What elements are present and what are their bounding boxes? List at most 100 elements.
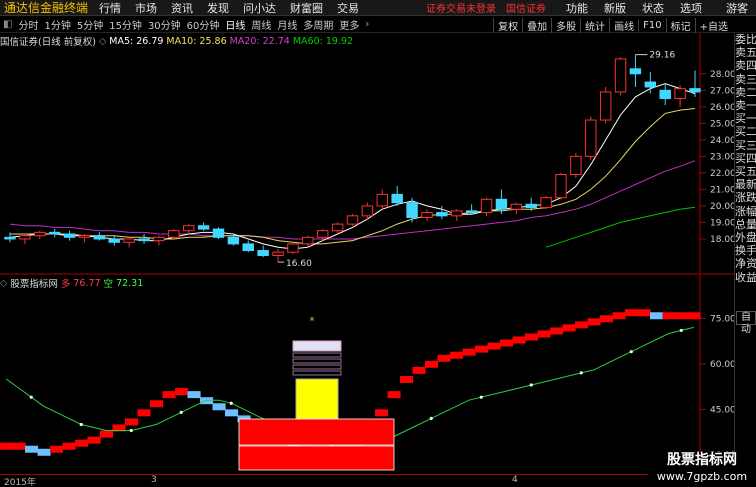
toggle-icon[interactable]: ◇: [99, 36, 109, 47]
candle-body: [451, 210, 463, 217]
ribbon-block: [450, 351, 464, 359]
candle-body: [227, 236, 240, 245]
menu-item-ask[interactable]: 问小达: [236, 0, 283, 16]
candle-body: [585, 119, 597, 157]
candle-body: [391, 193, 403, 204]
price-chart[interactable]: 28.00 27.00 26.00 25.00 24.00 23.00 22.00 21.00…: [0, 33, 734, 474]
menu-item-news[interactable]: 资讯: [164, 0, 200, 16]
period-daily[interactable]: 日线: [222, 17, 248, 32]
candle-body: [659, 89, 671, 100]
ribbon-block: [187, 391, 201, 399]
app-logo: 通达信金融终端: [4, 1, 89, 15]
period-more[interactable]: 更多: [336, 17, 362, 32]
menu-item-function[interactable]: 功能: [558, 0, 596, 16]
ribbon-block: [612, 312, 626, 320]
period-30min[interactable]: 30分钟: [145, 17, 184, 32]
ribbon-block: [100, 430, 114, 438]
period-weekly[interactable]: 周线: [248, 17, 274, 32]
candle-body: [63, 233, 76, 238]
toolbar-multistock[interactable]: 多股: [551, 17, 580, 33]
settings-icon[interactable]: ◇: [0, 278, 10, 289]
ribbon-block: [375, 409, 389, 417]
candle-body: [525, 203, 537, 209]
menu-item-market[interactable]: 市场: [128, 0, 164, 16]
menu-item-discover[interactable]: 发现: [200, 0, 236, 16]
tower-stripe: [292, 370, 342, 376]
period-multi[interactable]: 多周期: [300, 17, 336, 32]
menu-item-quotes[interactable]: 行情: [92, 0, 128, 16]
kong-label: 空: [103, 279, 114, 290]
sub-chart-legend: ◇ 股票指标网 多 76.77 空 72.31: [0, 277, 146, 291]
candle-body: [629, 68, 642, 75]
login-warning[interactable]: 证券交易未登录: [426, 0, 496, 15]
period-15min[interactable]: 15分钟: [106, 17, 145, 32]
side-label: 买一: [735, 112, 756, 126]
toolbar-add-watchlist[interactable]: +自选: [694, 17, 732, 33]
toolbar-mark[interactable]: 标记: [665, 17, 695, 33]
candle-body: [93, 235, 106, 240]
candle-body: [123, 238, 135, 243]
chevron-right-icon[interactable]: ›: [362, 19, 372, 30]
candle-body: [614, 58, 627, 93]
ribbon-block: [412, 366, 426, 374]
kong-dot: [529, 383, 533, 387]
candle-body: [346, 215, 359, 225]
menu-item-status[interactable]: 状态: [634, 0, 672, 16]
duo-label: 多: [60, 279, 71, 290]
side-label: 收益: [735, 270, 756, 284]
ribbon-block: [225, 409, 239, 417]
toolbar-draw[interactable]: 画线: [609, 17, 638, 33]
toolbar-f10[interactable]: F10: [638, 19, 665, 31]
period-intraday[interactable]: 分时: [15, 17, 41, 32]
menu-item-newversion[interactable]: 新版: [596, 0, 634, 16]
candle-body: [570, 155, 582, 176]
kong-dot: [629, 350, 633, 354]
ribbon-block: [650, 312, 664, 320]
sub-y-tick-label: 45.00: [710, 405, 734, 415]
candle-body: [272, 251, 284, 256]
panel-toggle-icon[interactable]: ◧: [0, 19, 15, 30]
low-price-label: 16.60: [286, 259, 312, 269]
menu-item-wealth[interactable]: 财富圈: [283, 0, 330, 16]
ribbon-block: [500, 339, 514, 347]
ribbon-block: [37, 448, 51, 456]
period-monthly[interactable]: 月线: [274, 17, 300, 32]
auto-button[interactable]: 自动: [736, 311, 756, 335]
y-tick-label: 28.00: [710, 70, 734, 80]
ribbon-block: [662, 312, 676, 320]
toolbar-stats[interactable]: 统计: [580, 17, 609, 33]
kong-dot: [129, 428, 133, 433]
ribbon-block: [25, 445, 39, 453]
candle-body: [555, 174, 567, 199]
ribbon-block: [512, 336, 526, 344]
period-60min[interactable]: 60分钟: [184, 17, 223, 32]
side-label: 涨跌: [735, 191, 756, 205]
period-1min[interactable]: 1分钟: [41, 17, 73, 32]
time-label-year: 2015年: [4, 478, 36, 487]
ribbon-block: [137, 409, 151, 417]
toolbar-overlay[interactable]: 叠加: [522, 17, 551, 33]
ribbon-block: [562, 324, 576, 332]
ribbon-block: [575, 321, 589, 329]
ma10-label: MA10: 25.86: [166, 35, 227, 47]
y-tick-label: 18.00: [710, 235, 734, 245]
toolbar-fuquan[interactable]: 复权: [493, 17, 522, 33]
menu-item-guest[interactable]: 游客: [710, 0, 756, 16]
kong-dot: [679, 328, 683, 333]
kong-dot: [429, 416, 433, 420]
y-tick-label: 22.00: [710, 169, 734, 179]
candle-body: [644, 81, 657, 88]
side-label: 卖二: [735, 85, 756, 99]
period-5min[interactable]: 5分钟: [74, 17, 106, 32]
menu-item-trade[interactable]: 交易: [330, 0, 366, 16]
ma20-label: MA20: 22.74: [229, 35, 290, 47]
candle-body: [242, 243, 254, 252]
ribbon-block: [487, 342, 501, 350]
broker-name: 国信证券: [506, 4, 547, 15]
candle-body: [138, 238, 150, 242]
indicator-name: 股票指标网: [10, 279, 58, 290]
ribbon-block: [125, 418, 139, 426]
menu-item-options[interactable]: 选项: [672, 0, 710, 16]
ribbon-block: [12, 442, 26, 450]
sub-y-tick-label: 60.00: [710, 360, 734, 370]
